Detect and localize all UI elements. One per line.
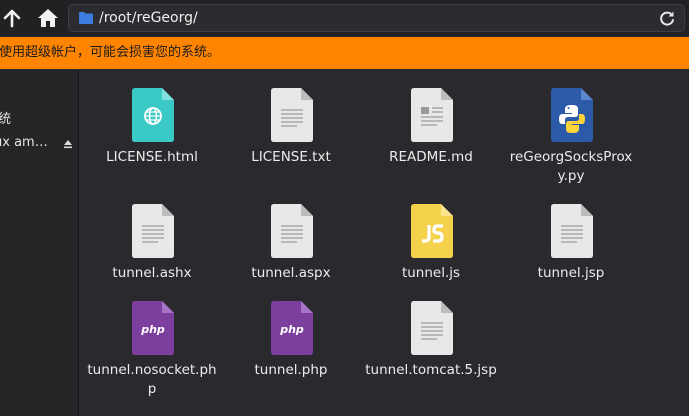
svg-text:php: php <box>279 323 304 336</box>
file-grid: LICENSE.html LICENSE.txt README.md reGeo… <box>79 70 689 416</box>
text-file-icon <box>271 88 313 142</box>
text-file-icon <box>551 204 593 258</box>
location-bar[interactable]: /root/reGeorg/ <box>68 4 685 32</box>
file-name: tunnel.ashx <box>112 265 192 281</box>
markdown-file-icon <box>411 88 453 142</box>
toolbar: /root/reGeorg/ <box>0 0 689 36</box>
reload-icon[interactable] <box>658 10 676 28</box>
text-file-icon <box>132 204 174 258</box>
php-file-icon: php <box>132 301 174 355</box>
location-path: /root/reGeorg/ <box>99 10 198 26</box>
home-icon <box>38 9 58 27</box>
file-name: LICENSE.html <box>106 149 198 165</box>
sidebar-item-system[interactable]: 统 <box>0 108 11 127</box>
eject-icon[interactable] <box>63 139 73 149</box>
sidebar-item-label: 统 <box>0 112 11 127</box>
sidebar: 统 ux am… <box>0 70 79 416</box>
file-name: tunnel.tomcat.5.jsp <box>365 362 497 378</box>
sidebar-item-drive[interactable]: ux am… <box>0 135 48 150</box>
text-file-icon <box>411 301 453 355</box>
superuser-warning-bar: 在使用超级帐户，可能会损害您的系统。 <box>0 37 689 69</box>
file-name: tunnel.jsp <box>537 265 605 281</box>
file-name: LICENSE.txt <box>251 149 331 165</box>
text-file-icon <box>271 204 313 258</box>
folder-icon <box>79 12 93 24</box>
file-name: tunnel.js <box>401 265 461 281</box>
html-file-icon <box>132 88 174 142</box>
home-button[interactable] <box>34 4 62 32</box>
file-name: reGeorgSocksProxy.py <box>509 149 633 184</box>
file-name: tunnel.php <box>254 362 328 378</box>
file-name: tunnel.nosocket.php <box>87 362 217 397</box>
file-name: README.md <box>389 149 473 165</box>
svg-text:php: php <box>140 323 165 336</box>
up-button[interactable] <box>0 4 26 32</box>
file-name: tunnel.aspx <box>251 265 331 281</box>
javascript-file-icon <box>411 204 453 258</box>
warning-text: 在使用超级帐户，可能会损害您的系统。 <box>0 45 221 60</box>
sidebar-item-label: ux am… <box>0 135 48 150</box>
php-file-icon: php <box>271 301 313 355</box>
arrow-up-icon <box>3 9 21 28</box>
python-file-icon <box>551 88 593 142</box>
